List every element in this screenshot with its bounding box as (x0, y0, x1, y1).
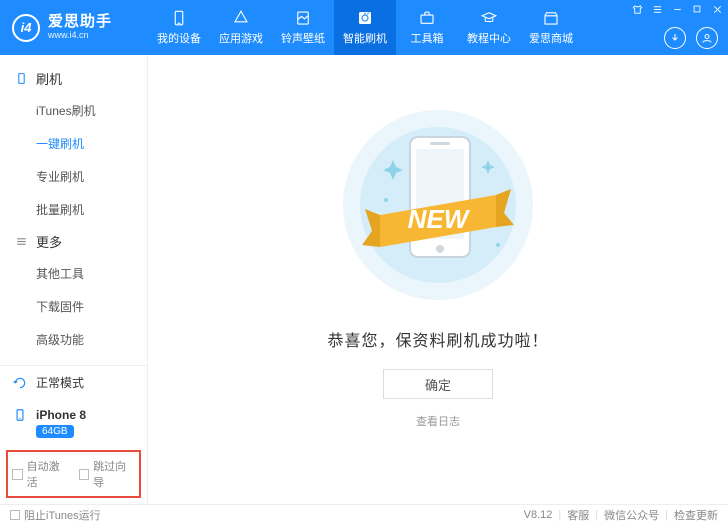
sidebar-group-more[interactable]: 更多 (0, 226, 147, 257)
sidebar-group-title: 更多 (36, 232, 62, 251)
status-bar: 阻止iTunes运行 V8.12 | 客服 | 微信公众号 | 检查更新 (0, 504, 728, 524)
nav-label: 我的设备 (157, 30, 201, 46)
nav-label: 工具箱 (411, 30, 444, 46)
checkbox-label: 自动激活 (27, 458, 69, 490)
device-icon (12, 407, 28, 423)
checkbox-label: 阻止iTunes运行 (24, 507, 101, 523)
sidebar-group-title: 刷机 (36, 69, 62, 88)
mode-label: 正常模式 (36, 374, 84, 391)
nav-my-device[interactable]: 我的设备 (148, 0, 210, 55)
sidebar-item-download-firmware[interactable]: 下载固件 (36, 290, 147, 323)
maximize-button[interactable] (690, 2, 704, 16)
block-itunes-checkbox[interactable]: 阻止iTunes运行 (10, 507, 101, 523)
nav-label: 教程中心 (467, 30, 511, 46)
sidebar-item-batch-flash[interactable]: 批量刷机 (36, 193, 147, 226)
checkbox-label: 跳过向导 (93, 458, 135, 490)
header-right (664, 27, 718, 49)
device-info[interactable]: iPhone 8 64GB (0, 399, 147, 446)
nav-label: 铃声壁纸 (281, 30, 325, 46)
sidebar-item-other-tools[interactable]: 其他工具 (36, 257, 147, 290)
nav-ringtones[interactable]: 铃声壁纸 (272, 0, 334, 55)
menu-button[interactable] (650, 2, 664, 16)
ok-button[interactable]: 确定 (383, 369, 493, 399)
refresh-icon (12, 375, 28, 391)
device-name: iPhone 8 (36, 408, 86, 422)
download-button[interactable] (664, 27, 686, 49)
more-icon (14, 235, 28, 249)
logo-icon: i4 (12, 14, 40, 42)
wechat-link[interactable]: 微信公众号 (604, 507, 659, 523)
auto-activate-checkbox[interactable]: 自动激活 (12, 458, 69, 490)
nav-tutorial[interactable]: 教程中心 (458, 0, 520, 55)
phone-icon (170, 9, 188, 27)
flash-icon (356, 9, 374, 27)
success-illustration: NEW (338, 105, 538, 305)
sidebar-item-onekey-flash[interactable]: 一键刷机 (36, 127, 147, 160)
success-message: 恭喜您，保资料刷机成功啦！ (327, 327, 548, 351)
phone-outline-icon (14, 72, 28, 86)
nav-label: 爱思商城 (529, 30, 573, 46)
nav-label: 智能刷机 (343, 30, 387, 46)
nav-store[interactable]: 爱思商城 (520, 0, 582, 55)
support-link[interactable]: 客服 (567, 507, 589, 523)
storage-badge: 64GB (36, 425, 74, 438)
window-controls (630, 2, 724, 16)
skip-guide-checkbox[interactable]: 跳过向导 (79, 458, 136, 490)
sidebar: 刷机 iTunes刷机 一键刷机 专业刷机 批量刷机 更多 其他工具 下载固件 … (0, 55, 148, 504)
store-icon (542, 9, 560, 27)
app-logo: i4 爱思助手 www.i4.cn (0, 14, 148, 42)
app-name: 爱思助手 (48, 14, 112, 31)
new-banner-text: NEW (408, 204, 471, 234)
nav-toolbox[interactable]: 工具箱 (396, 0, 458, 55)
toolbox-icon (418, 9, 436, 27)
check-update-link[interactable]: 检查更新 (674, 507, 718, 523)
sidebar-item-pro-flash[interactable]: 专业刷机 (36, 160, 147, 193)
user-button[interactable] (696, 27, 718, 49)
top-nav: 我的设备 应用游戏 铃声壁纸 智能刷机 工具箱 教程中心 爱思商城 (148, 0, 582, 55)
options-highlight: 自动激活 跳过向导 (6, 450, 141, 498)
app-header: i4 爱思助手 www.i4.cn 我的设备 应用游戏 铃声壁纸 智能刷机 工具… (0, 0, 728, 55)
nav-label: 应用游戏 (219, 30, 263, 46)
nav-flash[interactable]: 智能刷机 (334, 0, 396, 55)
sidebar-group-flash[interactable]: 刷机 (0, 63, 147, 94)
nav-apps[interactable]: 应用游戏 (210, 0, 272, 55)
sidebar-item-advanced[interactable]: 高级功能 (36, 323, 147, 356)
close-button[interactable] (710, 2, 724, 16)
wallpaper-icon (294, 9, 312, 27)
main-content: NEW 恭喜您，保资料刷机成功啦！ 确定 查看日志 (148, 55, 728, 504)
tutorial-icon (480, 9, 498, 27)
sidebar-item-itunes-flash[interactable]: iTunes刷机 (36, 94, 147, 127)
device-mode[interactable]: 正常模式 (0, 366, 147, 399)
app-url: www.i4.cn (48, 31, 112, 41)
version-label: V8.12 (524, 509, 553, 521)
minimize-button[interactable] (670, 2, 684, 16)
skin-button[interactable] (630, 2, 644, 16)
view-log-link[interactable]: 查看日志 (416, 413, 460, 429)
apps-icon (232, 9, 250, 27)
